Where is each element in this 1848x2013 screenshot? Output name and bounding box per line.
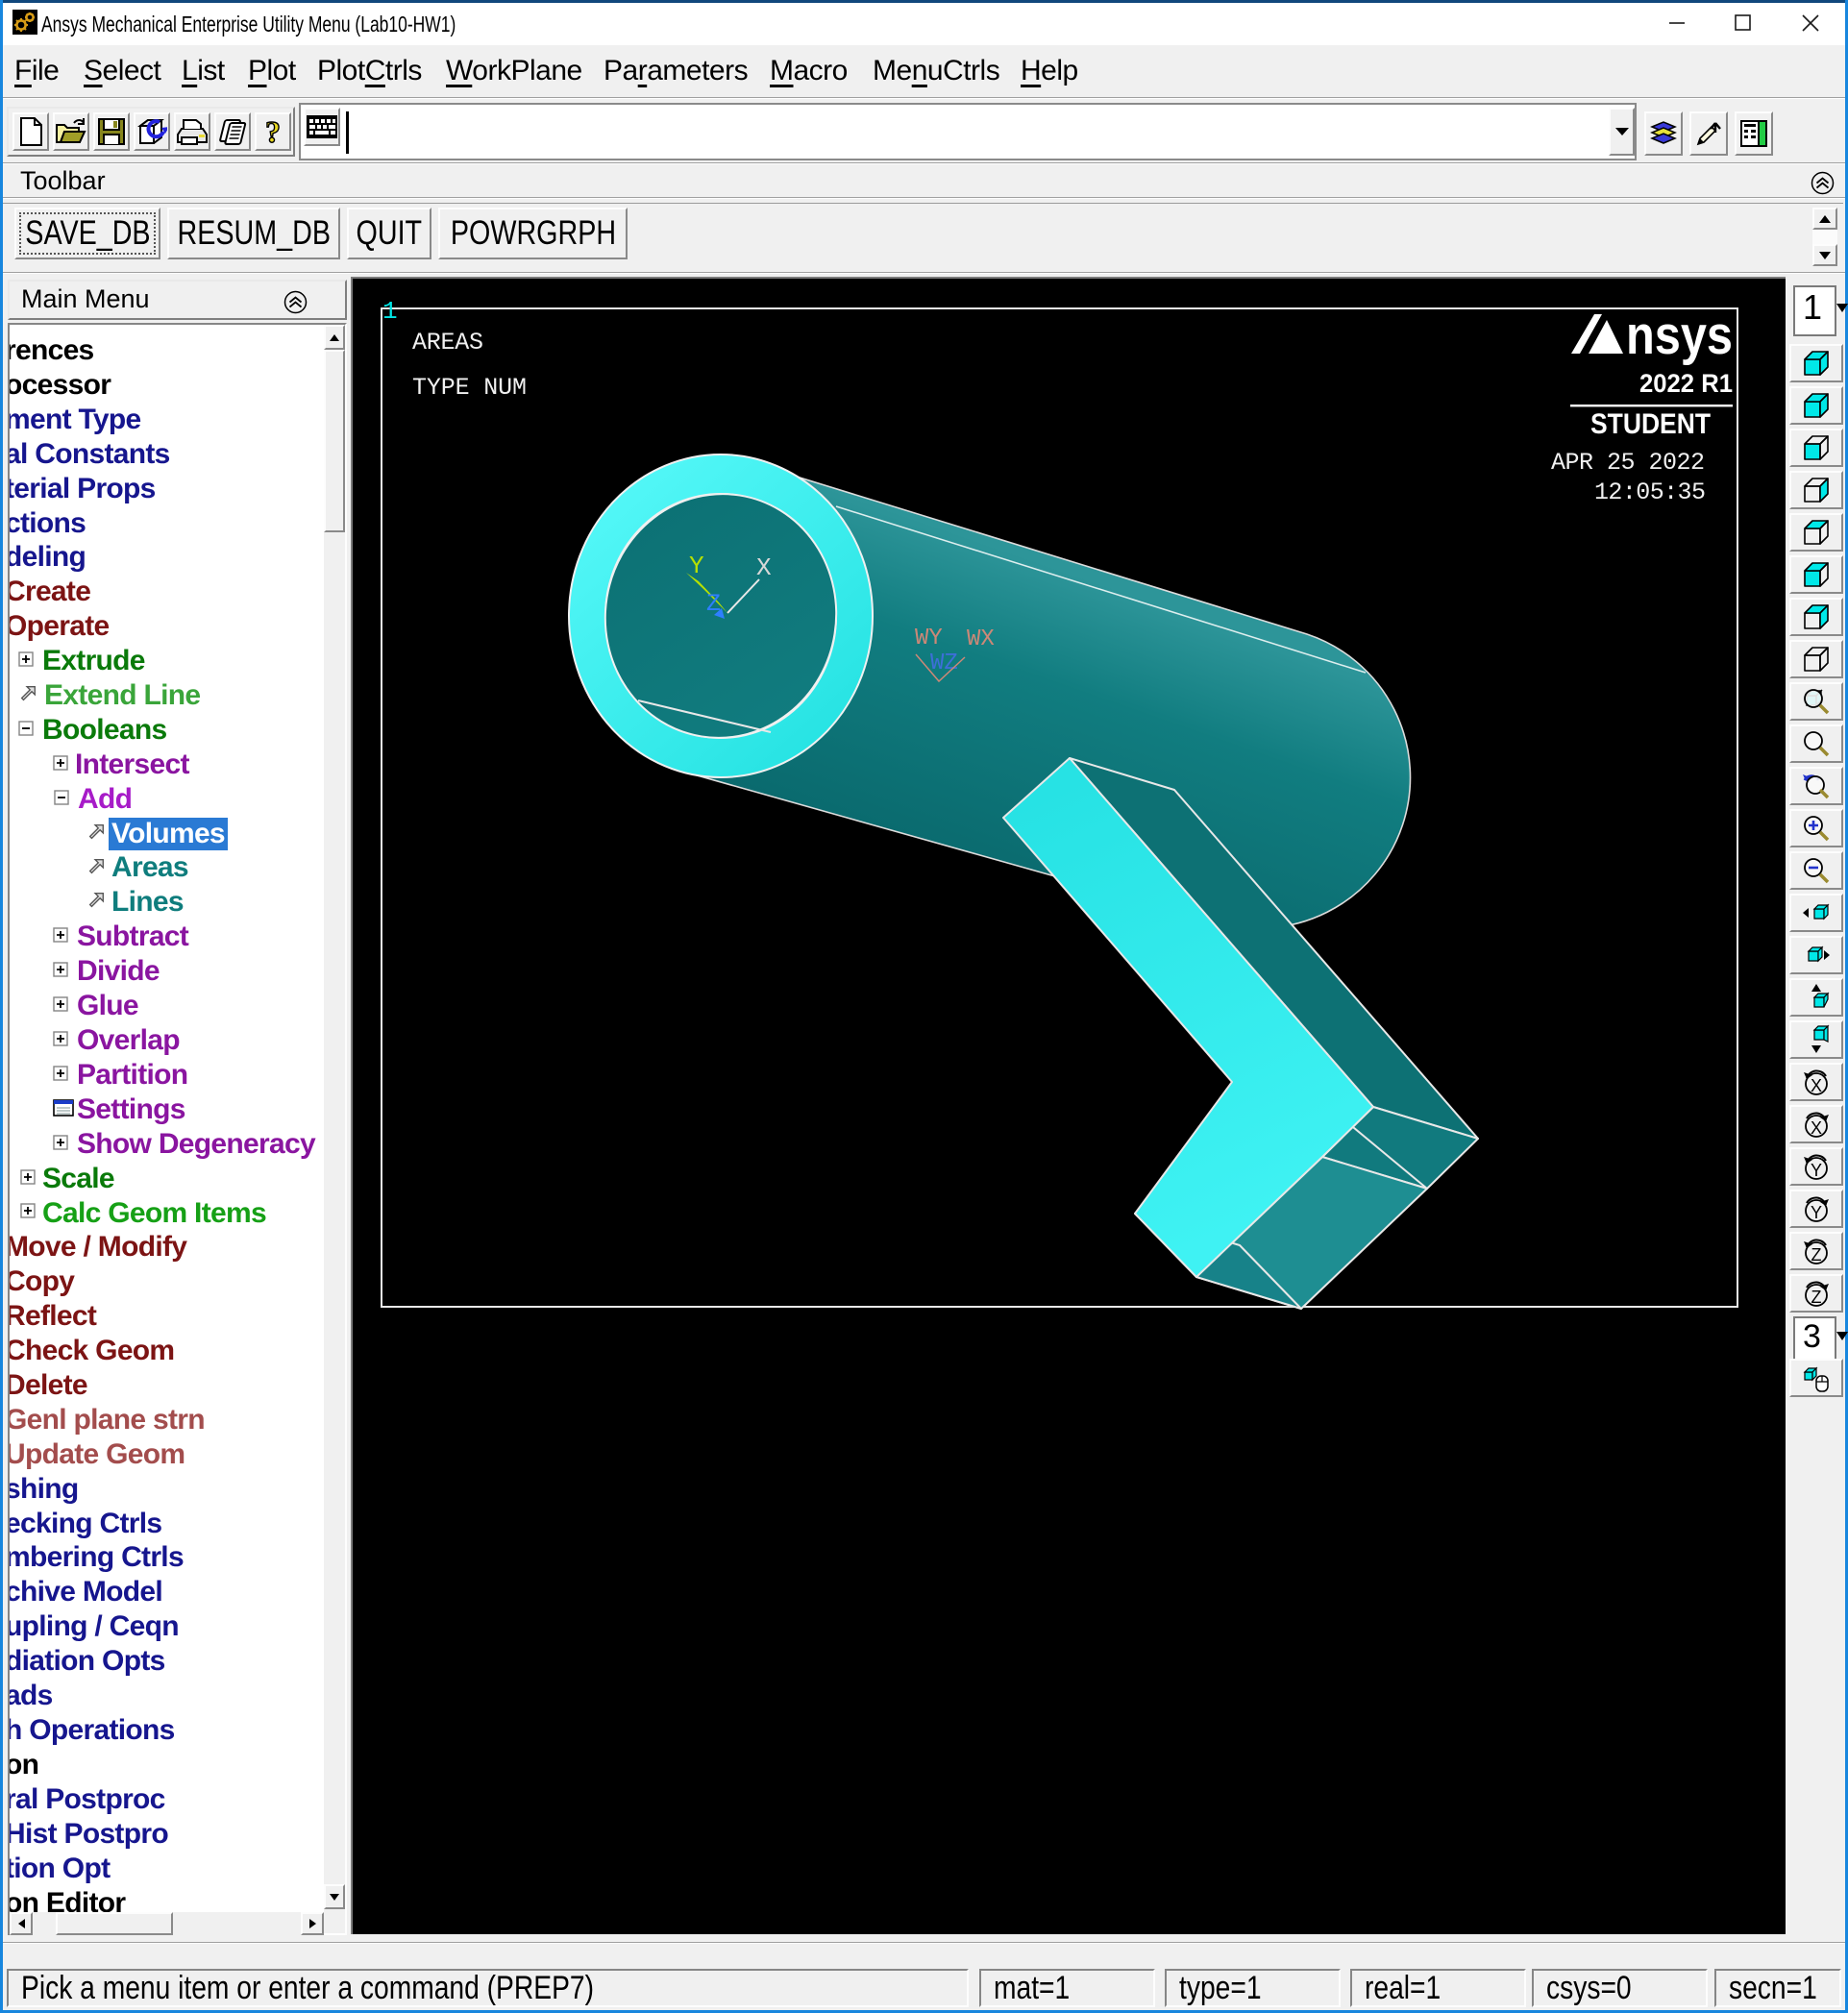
svg-text:Y: Y <box>1811 1161 1822 1180</box>
svg-text:STUDENT: STUDENT <box>1590 408 1711 440</box>
svg-text:1: 1 <box>382 297 398 326</box>
svg-text:X: X <box>1811 1076 1822 1095</box>
svg-text:X: X <box>756 553 772 582</box>
svg-text:WZ: WZ <box>930 651 958 676</box>
svg-text:AREAS: AREAS <box>412 329 483 356</box>
svg-text:Z: Z <box>1811 1245 1822 1264</box>
svg-text:WX: WX <box>967 626 995 652</box>
svg-text:Z: Z <box>1811 1288 1822 1307</box>
svg-text:Y: Y <box>1811 1203 1822 1222</box>
svg-text:Y: Y <box>689 552 704 580</box>
svg-text:X: X <box>1811 1118 1822 1138</box>
svg-text:nsys: nsys <box>1626 305 1733 366</box>
svg-text:WY: WY <box>915 626 943 651</box>
svg-text:Z: Z <box>706 590 721 618</box>
svg-text:2022 R1: 2022 R1 <box>1639 369 1733 398</box>
svg-text:?: ? <box>265 116 281 147</box>
svg-text:TYPE NUM: TYPE NUM <box>412 374 527 402</box>
svg-text:APR 25 2022: APR 25 2022 <box>1551 449 1705 477</box>
svg-text:12:05:35: 12:05:35 <box>1594 479 1706 506</box>
